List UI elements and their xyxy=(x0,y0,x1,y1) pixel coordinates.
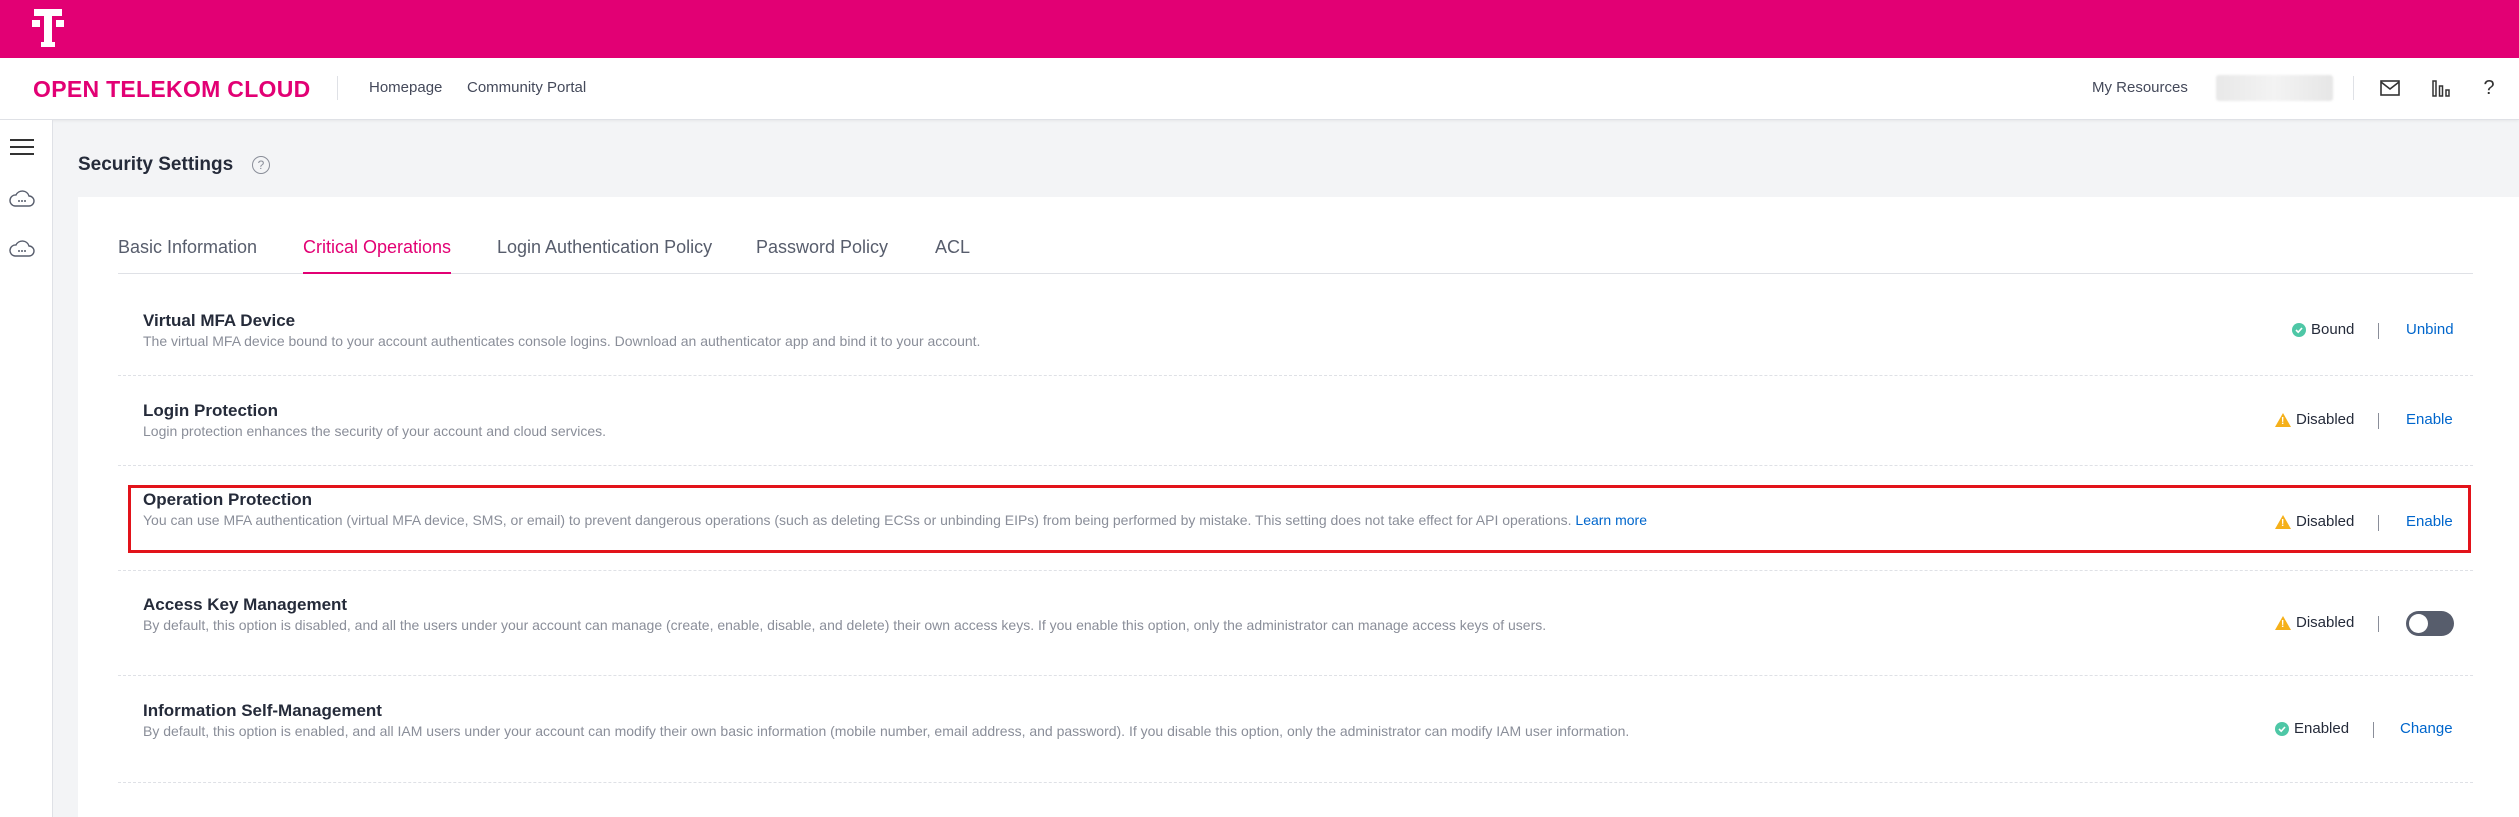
unbind-link[interactable]: Unbind xyxy=(2406,321,2454,338)
top-header: OPEN TELEKOM CLOUD Homepage Community Po… xyxy=(0,58,2519,120)
separator xyxy=(2378,323,2379,339)
row-title: Access Key Management xyxy=(143,595,348,614)
row-title: Information Self-Management xyxy=(143,701,382,720)
tab-login-authentication-policy[interactable]: Login Authentication Policy xyxy=(497,237,712,274)
row-description: The virtual MFA device bound to your acc… xyxy=(143,333,981,349)
status-badge: ! Disabled xyxy=(2275,411,2354,428)
warning-icon: ! xyxy=(2275,615,2291,630)
row-title: Login Protection xyxy=(143,401,279,420)
setting-row-access-key-management: Access Key Management By default, this o… xyxy=(118,571,2473,676)
row-description: Login protection enhances the security o… xyxy=(143,423,607,439)
help-icon[interactable]: ? xyxy=(2475,74,2503,102)
sidebar xyxy=(0,120,53,817)
tab-acl[interactable]: ACL xyxy=(935,237,970,274)
status-badge: ! Disabled xyxy=(2275,614,2354,631)
change-link[interactable]: Change xyxy=(2400,720,2453,737)
telekom-t-logo[interactable] xyxy=(30,7,66,49)
status-text: Enabled xyxy=(2294,720,2350,737)
status-text: Bound xyxy=(2311,321,2355,338)
status-badge: Enabled xyxy=(2275,720,2349,737)
row-description: By default, this option is disabled, and… xyxy=(143,617,1547,633)
brand-bar xyxy=(0,0,2519,58)
status-text: Disabled xyxy=(2296,614,2355,631)
separator xyxy=(2378,413,2379,429)
product-name[interactable]: OPEN TELEKOM CLOUD xyxy=(33,76,311,103)
access-key-toggle[interactable] xyxy=(2406,611,2454,636)
separator xyxy=(2378,616,2379,632)
status-badge: Bound xyxy=(2292,321,2354,338)
nav-community-portal[interactable]: Community Portal xyxy=(467,79,586,96)
tab-critical-operations[interactable]: Critical Operations xyxy=(303,237,452,274)
nav-homepage[interactable]: Homepage xyxy=(369,79,442,96)
page-title: Security Settings xyxy=(78,154,234,175)
toggle-knob xyxy=(2409,614,2428,633)
tab-password-policy[interactable]: Password Policy xyxy=(756,237,888,274)
question-circle-icon[interactable]: ? xyxy=(252,156,270,174)
header-divider xyxy=(2353,76,2354,100)
cloud-icon[interactable] xyxy=(8,235,36,263)
mail-icon[interactable] xyxy=(2376,74,2404,102)
check-circle-icon xyxy=(2275,721,2289,736)
my-resources-link[interactable]: My Resources xyxy=(2092,79,2188,96)
tab-basic-information[interactable]: Basic Information xyxy=(118,237,257,274)
setting-row-login-protection: Login Protection Login protection enhanc… xyxy=(118,376,2473,466)
cloud-icon[interactable] xyxy=(8,185,36,213)
setting-row-virtual-mfa: Virtual MFA Device The virtual MFA devic… xyxy=(118,275,2473,376)
header-divider xyxy=(337,76,338,100)
enable-link[interactable]: Enable xyxy=(2406,411,2453,428)
separator xyxy=(2373,722,2374,738)
tab-bar: Basic Information Critical Operations Lo… xyxy=(118,237,2473,274)
check-circle-icon xyxy=(2292,322,2306,337)
menu-icon[interactable] xyxy=(8,133,36,161)
setting-row-information-self-management: Information Self-Management By default, … xyxy=(118,676,2473,783)
warning-icon: ! xyxy=(2275,412,2291,427)
bar-chart-icon[interactable] xyxy=(2427,74,2455,102)
row-description: By default, this option is enabled, and … xyxy=(143,723,1630,739)
username-redacted[interactable] xyxy=(2216,75,2333,101)
highlight-box xyxy=(128,485,2471,553)
status-text: Disabled xyxy=(2296,411,2355,428)
row-title: Virtual MFA Device xyxy=(143,311,296,330)
